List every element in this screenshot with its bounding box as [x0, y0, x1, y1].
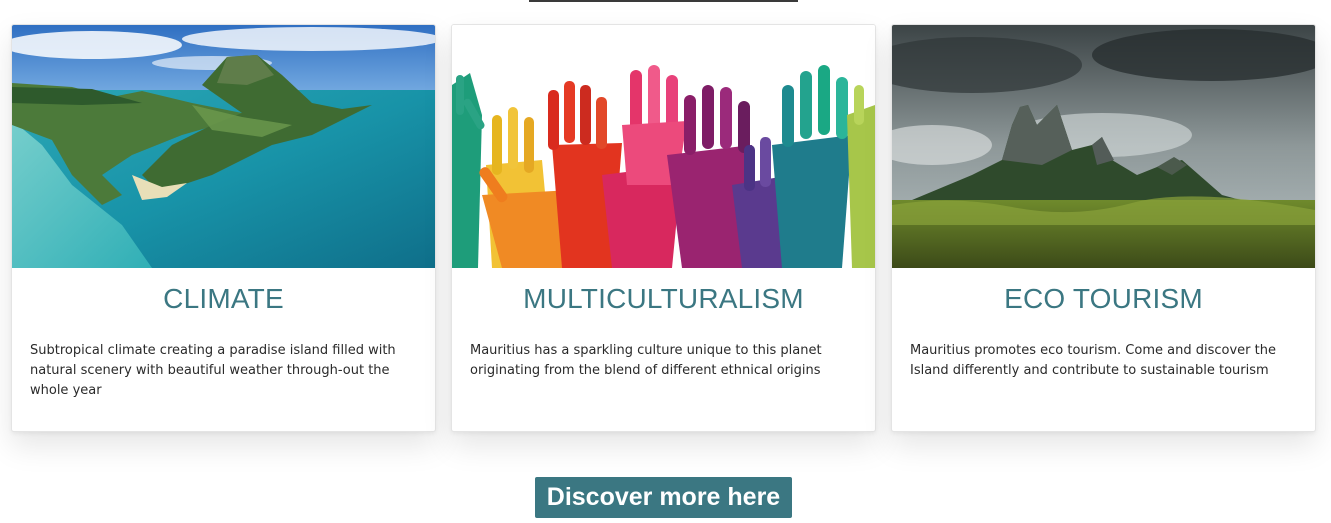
card-description: Mauritius has a sparkling culture unique…	[470, 343, 822, 378]
lagoon-island-image	[12, 25, 435, 268]
card-image-eco-tourism	[892, 25, 1315, 268]
feature-cards: CLIMATE Subtropical climate creating a p…	[0, 0, 1331, 523]
card-title: CLIMATE	[163, 283, 284, 314]
mountain-peaks-image	[892, 25, 1315, 268]
card-eco-tourism[interactable]: ECO TOURISM Mauritius promotes eco touri…	[891, 24, 1316, 432]
card-title: ECO TOURISM	[1004, 283, 1203, 314]
card-multiculturalism[interactable]: MULTICULTURALISM Mauritius has a sparkli…	[451, 24, 876, 432]
raised-hands-image	[452, 25, 875, 268]
card-image-climate	[12, 25, 435, 268]
card-title: MULTICULTURALISM	[523, 283, 804, 314]
card-image-multiculturalism	[452, 25, 875, 268]
card-description: Mauritius promotes eco tourism. Come and…	[910, 343, 1276, 378]
discover-more-button[interactable]: Discover more here	[535, 477, 792, 518]
card-climate[interactable]: CLIMATE Subtropical climate creating a p…	[11, 24, 436, 432]
card-description: Subtropical climate creating a paradise …	[30, 343, 396, 398]
